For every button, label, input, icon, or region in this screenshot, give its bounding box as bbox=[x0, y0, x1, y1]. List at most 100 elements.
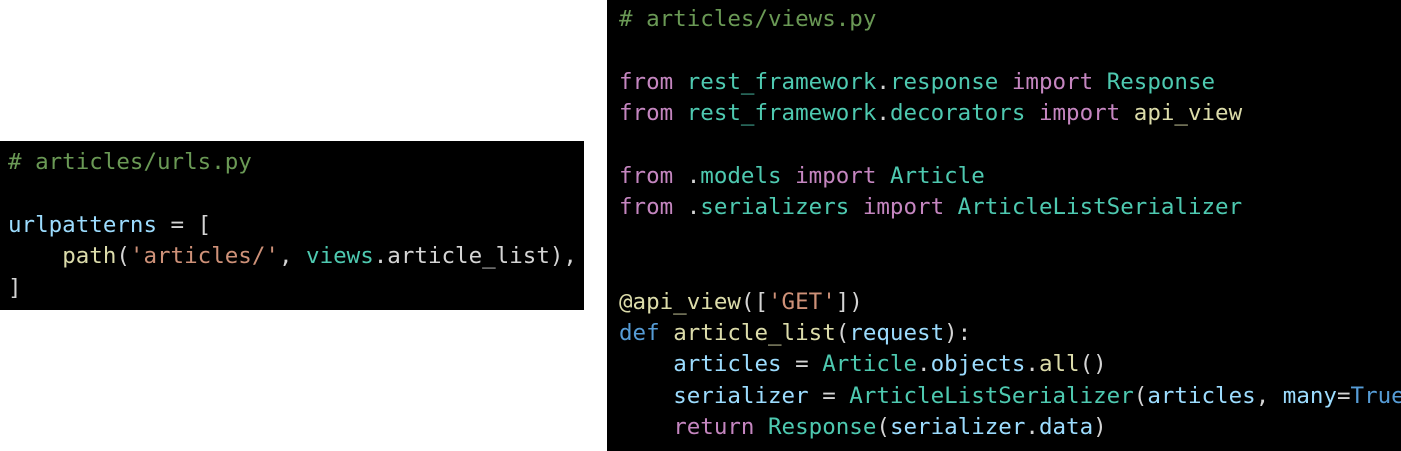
code-token-keyword: import bbox=[1038, 100, 1121, 127]
code-line: ] bbox=[8, 273, 584, 304]
code-token-plain: . bbox=[673, 194, 701, 221]
code-token-plain: = bbox=[808, 382, 850, 409]
code-token-keyword: import bbox=[1011, 68, 1094, 95]
code-token-class: Article bbox=[822, 351, 918, 378]
code-line: # articles/urls.py bbox=[8, 147, 584, 178]
code-token-module: decorators bbox=[889, 100, 1026, 127]
code-token-var: request bbox=[849, 319, 945, 346]
code-token-plain: . bbox=[673, 162, 701, 189]
code-token-func: article_list bbox=[673, 319, 836, 346]
code-token-plain: ( bbox=[1133, 382, 1148, 409]
code-token-module: serializers bbox=[700, 194, 850, 221]
code-token-var: urlpatterns bbox=[8, 211, 158, 238]
code-line: serializer = ArticleListSerializer(artic… bbox=[619, 381, 1401, 412]
code-token-var: serializer bbox=[889, 414, 1026, 441]
code-token-func: all bbox=[1038, 351, 1080, 378]
code-line: from .serializers import ArticleListSeri… bbox=[619, 192, 1401, 223]
code-line: from rest_framework.decorators import ap… bbox=[619, 98, 1401, 129]
code-token-plain: . bbox=[917, 351, 931, 378]
code-token-plain: ([ bbox=[740, 288, 769, 315]
code-token-plain: , bbox=[278, 243, 307, 270]
code-token-keyword: from bbox=[619, 162, 674, 189]
code-token-plain: = bbox=[781, 351, 823, 378]
code-token-keyword: import bbox=[862, 194, 945, 221]
code-line: path('articles/', views.article_list), bbox=[8, 241, 584, 272]
code-token-class: Article bbox=[889, 162, 985, 189]
code-token-plain: ): bbox=[944, 319, 972, 346]
code-line: # articles/views.py bbox=[619, 4, 1401, 35]
code-token-class: Response bbox=[768, 414, 877, 441]
code-token-string: 'articles/' bbox=[129, 243, 279, 270]
code-line: from .models import Article bbox=[619, 161, 1401, 192]
code-token-func: api_view bbox=[1133, 100, 1243, 127]
code-token-module: rest_framework bbox=[686, 68, 877, 95]
code-token-plain: . bbox=[876, 68, 890, 95]
code-token-plain: ( bbox=[876, 414, 890, 441]
code-token-plain: . bbox=[1025, 351, 1039, 378]
code-token-module: models bbox=[700, 162, 782, 189]
code-token-plain: . bbox=[876, 100, 890, 127]
code-token-var: data bbox=[1038, 414, 1094, 441]
code-token-keyword: from bbox=[619, 100, 674, 127]
code-token-comment: # articles/views.py bbox=[619, 6, 877, 32]
code-token-def: def bbox=[619, 319, 660, 346]
code-token-plain: , bbox=[1255, 382, 1283, 409]
code-line: urlpatterns = [ bbox=[8, 210, 584, 241]
code-token-var: serializer bbox=[673, 382, 809, 409]
code-token-func: @api_view bbox=[619, 288, 741, 315]
code-token-func: path bbox=[62, 243, 117, 270]
code-token-keyword: from bbox=[619, 68, 674, 95]
code-token-keyword: return bbox=[673, 414, 755, 441]
code-token-comment: # articles/urls.py bbox=[8, 149, 252, 175]
code-token-plain: = [ bbox=[157, 211, 212, 238]
code-token-var: many bbox=[1282, 382, 1337, 409]
code-line: return Response(serializer.data) bbox=[619, 412, 1401, 443]
code-line: articles = Article.objects.all() bbox=[619, 349, 1401, 380]
code-token-module: response bbox=[889, 68, 999, 95]
code-token-class: ArticleListSerializer bbox=[849, 382, 1134, 409]
code-token-var: objects bbox=[930, 351, 1026, 378]
code-token-plain: .article_list), bbox=[373, 243, 577, 270]
code-token-plain: ] bbox=[8, 274, 22, 301]
views-code-block: # articles/views.py from rest_framework.… bbox=[607, 0, 1401, 451]
code-token-string: 'GET' bbox=[768, 288, 836, 315]
code-token-plain: = bbox=[1336, 382, 1351, 409]
code-line: from rest_framework.response import Resp… bbox=[619, 67, 1401, 98]
code-token-plain: ( bbox=[116, 243, 130, 270]
urls-code-block: # articles/urls.py urlpatterns = [ path(… bbox=[0, 141, 584, 310]
code-token-module: views bbox=[306, 243, 374, 270]
code-token-plain: . bbox=[1025, 414, 1039, 441]
code-token-plain: ]) bbox=[835, 288, 863, 315]
code-token-plain: ) bbox=[1093, 414, 1107, 441]
code-line: @api_view(['GET']) bbox=[619, 287, 1401, 318]
code-token-plain: ( bbox=[835, 319, 850, 346]
code-token-class: Response bbox=[1106, 68, 1216, 95]
code-token-plain: () bbox=[1079, 351, 1107, 378]
code-token-keyword: from bbox=[619, 194, 674, 221]
code-token-var: articles bbox=[673, 351, 782, 378]
code-token-class: ArticleListSerializer bbox=[957, 194, 1243, 221]
code-token-const: True bbox=[1350, 382, 1401, 409]
code-token-var: articles bbox=[1147, 382, 1256, 409]
code-token-keyword: import bbox=[795, 162, 877, 189]
